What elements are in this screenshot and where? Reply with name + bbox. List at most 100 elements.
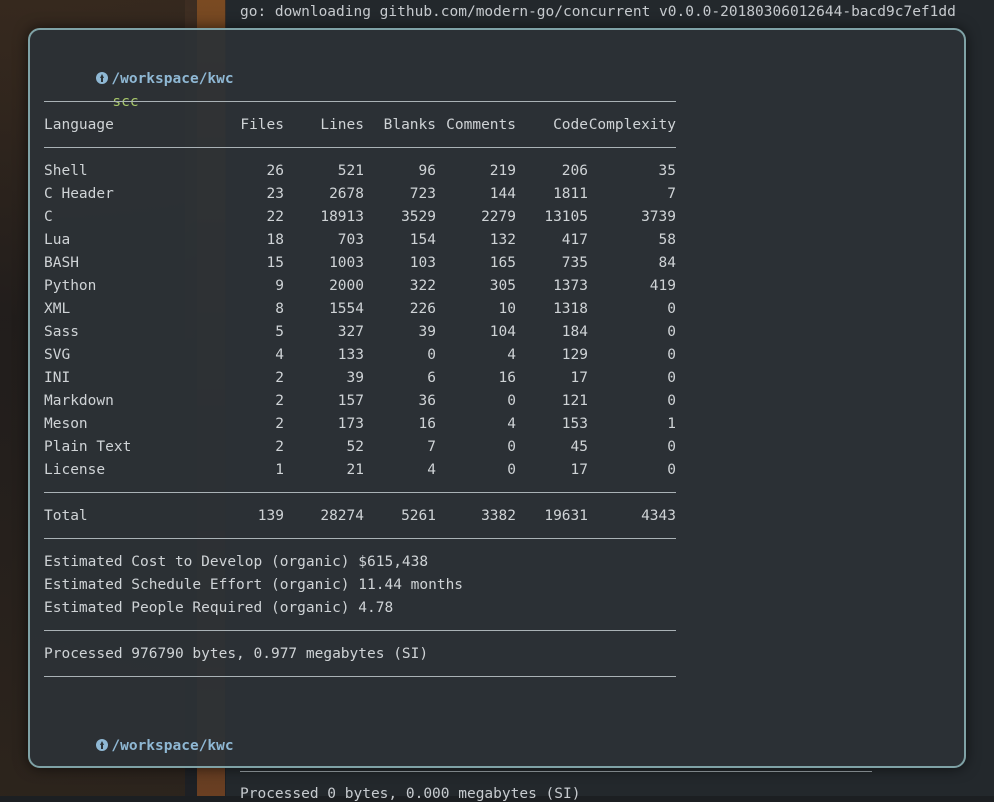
cell-files: 1: [275, 462, 284, 478]
cell-comments: 10: [498, 301, 516, 317]
total-language: Total: [44, 508, 88, 524]
cell-language: Python: [44, 278, 97, 294]
summary-divider-bottom: [44, 676, 676, 677]
cell-blanks: 4: [427, 462, 436, 478]
cell-files: 2: [275, 416, 284, 432]
header-lines: Lines: [320, 117, 364, 133]
cell-files: 8: [275, 301, 284, 317]
cell-complexity: 0: [667, 462, 676, 478]
cell-code: 153: [561, 416, 588, 432]
cell-files: 26: [266, 163, 284, 179]
cell-comments: 0: [507, 393, 516, 409]
cell-complexity: 0: [667, 324, 676, 340]
cell-lines: 327: [337, 324, 364, 340]
cell-language: Sass: [44, 324, 79, 340]
cell-complexity: 0: [667, 370, 676, 386]
cell-code: 1811: [553, 186, 588, 202]
cell-comments: 104: [489, 324, 516, 340]
cell-complexity: 35: [658, 163, 676, 179]
header-code: Code: [553, 117, 588, 133]
cell-files: 4: [275, 347, 284, 363]
cell-language: C Header: [44, 186, 114, 202]
cell-complexity: 419: [649, 278, 676, 294]
total-files: 139: [257, 508, 284, 524]
background-terminal-divider: [240, 771, 872, 772]
cell-complexity: 0: [667, 439, 676, 455]
cell-code: 417: [561, 232, 588, 248]
table-divider-top: [44, 101, 676, 102]
cell-language: Shell: [44, 163, 88, 179]
cell-files: 2: [275, 370, 284, 386]
cell-comments: 165: [489, 255, 516, 271]
background-terminal-bottom-line: Processed 0 bytes, 0.000 megabytes (SI): [240, 786, 581, 802]
cell-code: 206: [561, 163, 588, 179]
cell-lines: 1003: [329, 255, 364, 271]
cell-comments: 16: [498, 370, 516, 386]
total-complexity: 4343: [641, 508, 676, 524]
cell-language: C: [44, 209, 53, 225]
prompt-path-2: /workspace/kwc: [111, 738, 234, 754]
cell-complexity: 0: [667, 301, 676, 317]
table-row: SVG 4 133 0 4 129 0: [44, 344, 676, 367]
total-lines: 28274: [320, 508, 364, 524]
cell-lines: 2678: [329, 186, 364, 202]
total-row: Total 139 28274 5261 3382 19631 4343: [44, 505, 676, 528]
cell-blanks: 3529: [401, 209, 436, 225]
command-text: scc: [112, 94, 139, 110]
floating-terminal-window[interactable]: /workspace/kwc scc Language Files Lines …: [28, 28, 966, 768]
table-divider-total: [44, 492, 676, 493]
table-row: XML 8 1554 226 10 1318 0: [44, 298, 676, 321]
summary-divider-top: [44, 630, 676, 631]
table-row: BASH 15 1003 103 165 735 84: [44, 252, 676, 275]
cell-files: 23: [266, 186, 284, 202]
cell-blanks: 103: [409, 255, 436, 271]
prompt-line-1: /workspace/kwc: [44, 45, 234, 87]
cell-complexity: 1: [667, 416, 676, 432]
header-complexity: Complexity: [588, 117, 676, 133]
table-row: C Header 23 2678 723 144 1811 7: [44, 183, 676, 206]
table-row: Markdown 2 157 36 0 121 0: [44, 390, 676, 413]
cell-files: 2: [275, 393, 284, 409]
table-row: C 22 18913 3529 2279 13105 3739: [44, 206, 676, 229]
home-arrow-icon: [96, 739, 109, 751]
table-row: INI 2 39 6 16 17 0: [44, 367, 676, 390]
cell-complexity: 58: [658, 232, 676, 248]
cell-comments: 0: [507, 439, 516, 455]
cell-language: Lua: [44, 232, 71, 248]
cell-code: 1318: [553, 301, 588, 317]
cell-blanks: 322: [409, 278, 436, 294]
table-row: License 1 21 4 0 17 0: [44, 459, 676, 482]
header-files: Files: [240, 117, 284, 133]
cell-complexity: 0: [667, 347, 676, 363]
cell-lines: 157: [337, 393, 364, 409]
cell-code: 17: [570, 462, 588, 478]
cell-blanks: 0: [427, 347, 436, 363]
cell-files: 9: [275, 278, 284, 294]
estimate-cost: Estimated Cost to Develop (organic) $615…: [44, 554, 429, 570]
cell-blanks: 226: [409, 301, 436, 317]
cell-comments: 0: [507, 462, 516, 478]
processed-summary: Processed 976790 bytes, 0.977 megabytes …: [44, 646, 429, 662]
cell-files: 22: [266, 209, 284, 225]
cell-language: Meson: [44, 416, 88, 432]
cell-lines: 521: [337, 163, 364, 179]
cell-code: 1373: [553, 278, 588, 294]
table-header: Language Files Lines Blanks Comments Cod…: [44, 114, 676, 137]
total-blanks: 5261: [401, 508, 436, 524]
total-comments: 3382: [481, 508, 516, 524]
cell-language: License: [44, 462, 106, 478]
table-row: Lua 18 703 154 132 417 58: [44, 229, 676, 252]
cell-blanks: 6: [427, 370, 436, 386]
cell-blanks: 39: [418, 324, 436, 340]
total-code: 19631: [544, 508, 588, 524]
cell-language: BASH: [44, 255, 79, 271]
table-row: Sass 5 327 39 104 184 0: [44, 321, 676, 344]
cell-code: 184: [561, 324, 588, 340]
cell-comments: 144: [489, 186, 516, 202]
background-terminal-top-line: go: downloading github.com/modern-go/con…: [240, 4, 956, 20]
cell-lines: 18913: [320, 209, 364, 225]
cell-code: 45: [570, 439, 588, 455]
cell-lines: 39: [346, 370, 364, 386]
cell-files: 15: [266, 255, 284, 271]
cell-files: 2: [275, 439, 284, 455]
